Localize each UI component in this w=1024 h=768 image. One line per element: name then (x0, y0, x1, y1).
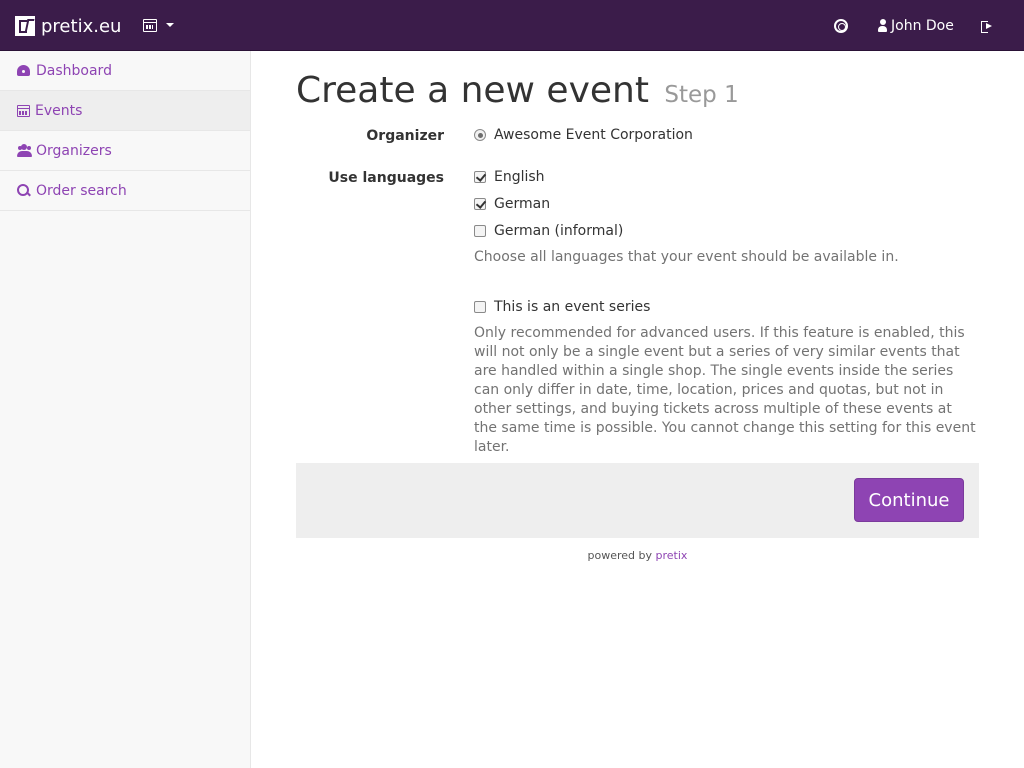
language-label: English (494, 169, 545, 185)
event-series-label: This is an event series (494, 299, 651, 315)
organizer-label: Organizer (366, 128, 444, 144)
search-icon (17, 184, 31, 197)
powered-by-text: powered by (587, 549, 653, 562)
event-series-checkbox[interactable] (474, 301, 486, 313)
language-option-german[interactable]: German (474, 196, 550, 212)
user-name: John Doe (891, 17, 954, 34)
page-title: Create a new event Step 1 (296, 69, 739, 117)
event-series-option[interactable]: This is an event series (474, 299, 650, 315)
calendar-icon (17, 104, 30, 117)
language-checkbox-english[interactable] (474, 171, 486, 183)
sidebar-item-events[interactable]: Events (0, 91, 250, 131)
language-checkbox-german[interactable] (474, 198, 486, 210)
step-label: Step 1 (664, 82, 739, 108)
dashboard-icon (17, 64, 31, 77)
continue-button[interactable]: Continue (854, 478, 964, 522)
sign-out-icon (981, 20, 993, 33)
language-label: German (494, 196, 551, 212)
event-series-help-text: Only recommended for advanced users. If … (474, 325, 976, 455)
page-title-text: Create a new event (296, 70, 649, 111)
sidebar-item-organizers[interactable]: Organizers (0, 131, 250, 171)
lifebuoy-icon (834, 18, 848, 33)
languages-label: Use languages (328, 170, 444, 186)
top-navbar: pretix.eu John Doe (0, 0, 1024, 51)
language-option-english[interactable]: English (474, 169, 545, 185)
user-menu-link[interactable]: John Doe (878, 0, 954, 51)
language-label: German (informal) (494, 223, 624, 239)
footer: powered by pretix (296, 549, 979, 562)
organizer-option[interactable]: Awesome Event Corporation (474, 127, 693, 143)
form-actions: Continue (296, 463, 979, 538)
sidebar-item-label: Dashboard (36, 62, 112, 79)
logout-link[interactable] (981, 0, 993, 51)
organizer-radio[interactable] (474, 129, 486, 141)
brand-name: pretix.eu (41, 15, 122, 37)
calendar-icon (143, 18, 157, 32)
sidebar-item-dashboard[interactable]: Dashboard (0, 51, 250, 91)
languages-help-text: Choose all languages that your event sho… (474, 249, 899, 265)
pretix-logo-icon (15, 16, 35, 36)
language-option-german-informal[interactable]: German (informal) (474, 223, 623, 239)
pretix-link[interactable]: pretix (656, 549, 688, 562)
sidebar-item-label: Order search (36, 182, 127, 199)
sidebar-item-label: Organizers (36, 142, 112, 159)
brand-link[interactable]: pretix.eu (15, 14, 121, 38)
users-icon (17, 144, 32, 157)
organizer-name: Awesome Event Corporation (494, 127, 693, 143)
caret-down-icon (166, 23, 174, 27)
user-icon (878, 19, 887, 32)
language-checkbox-german-informal[interactable] (474, 225, 486, 237)
help-link[interactable] (833, 0, 849, 51)
sidebar-item-label: Events (35, 102, 83, 119)
event-dropdown-toggle[interactable] (143, 16, 174, 34)
sidebar-item-order-search[interactable]: Order search (0, 171, 250, 211)
sidebar: Dashboard Events Organizers Order search (0, 51, 251, 768)
